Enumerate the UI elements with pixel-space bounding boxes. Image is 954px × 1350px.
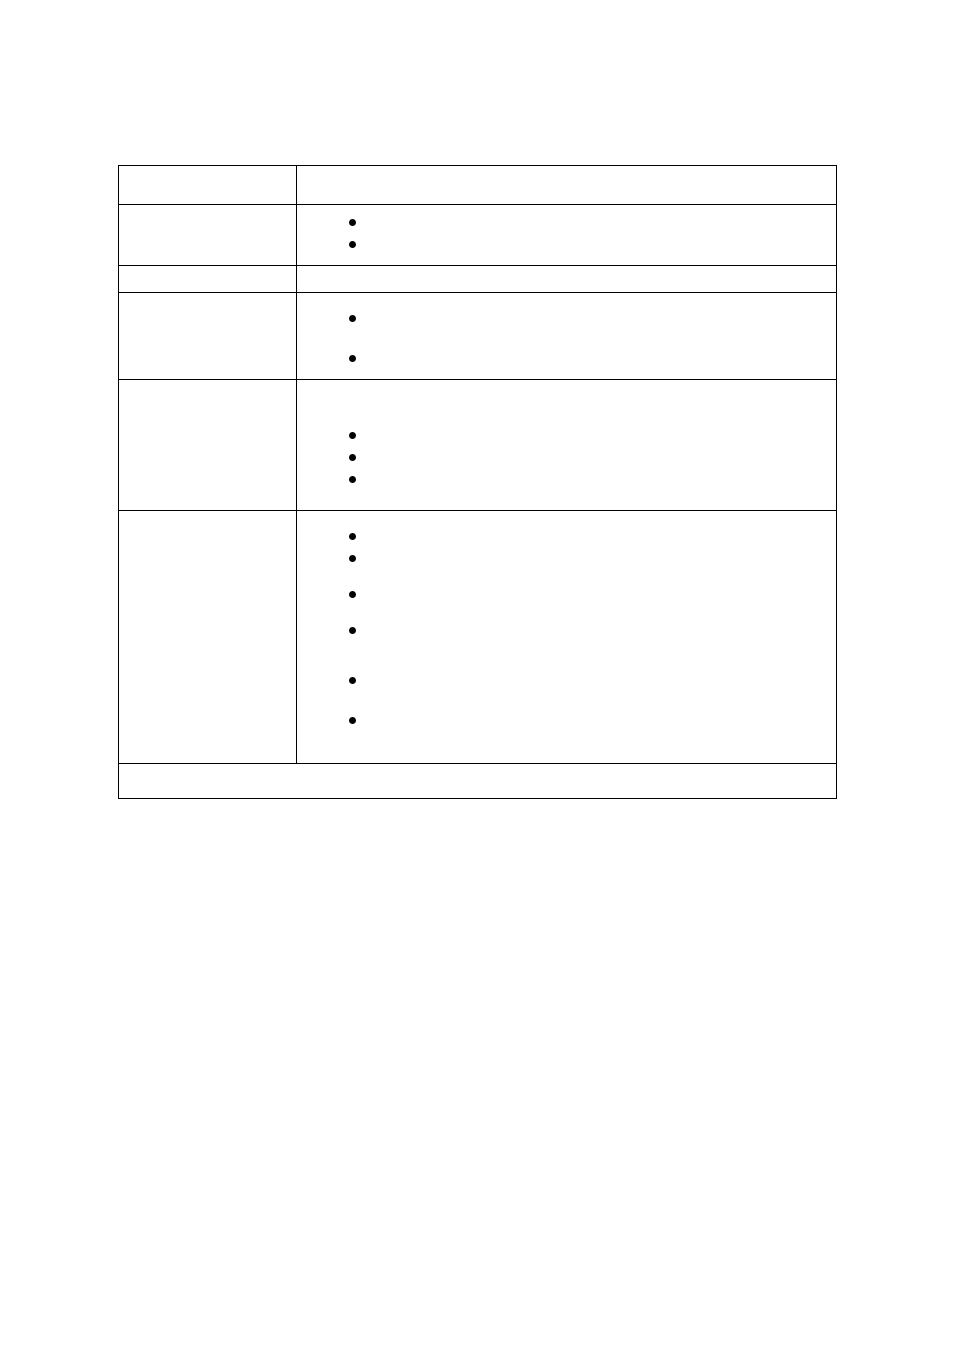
- bullet-icon: [349, 432, 356, 439]
- bullet-icon: [349, 476, 356, 483]
- content-table: [118, 165, 837, 799]
- bullet-item: [307, 585, 826, 607]
- cell-text: [119, 205, 296, 221]
- table-cell-right: [297, 166, 837, 205]
- bullet-icon: [349, 533, 356, 540]
- cell-text: [297, 166, 836, 182]
- cell-text: [119, 764, 836, 780]
- cell-text: [119, 166, 296, 182]
- table-cell-right: [297, 205, 837, 266]
- bullet-icon: [349, 591, 356, 598]
- table-cell-right: [297, 511, 837, 764]
- bullet-icon: [349, 627, 356, 634]
- cell-text: [119, 380, 296, 396]
- bullet-list: [297, 380, 836, 510]
- table-row: [119, 205, 837, 266]
- table-cell-full: [119, 764, 837, 799]
- table-cell-left: [119, 166, 297, 205]
- table-row: [119, 293, 837, 380]
- cell-text: [119, 293, 296, 309]
- table-row: [119, 380, 837, 511]
- cell-text: [119, 511, 296, 527]
- bullet-list: [297, 205, 836, 265]
- bullet-icon: [349, 241, 356, 248]
- bullet-icon: [349, 454, 356, 461]
- table-cell-right: [297, 266, 837, 293]
- bullet-item: [307, 213, 826, 235]
- bullet-item: [307, 448, 826, 470]
- table-cell-left: [119, 266, 297, 293]
- table-row: [119, 166, 837, 205]
- table-cell-right: [297, 293, 837, 380]
- document-page: [0, 0, 954, 1350]
- bullet-item: [307, 621, 826, 643]
- table-row: [119, 511, 837, 764]
- table-cell-left: [119, 205, 297, 266]
- bullet-icon: [349, 355, 356, 362]
- bullet-item: [307, 549, 826, 571]
- bullet-item: [307, 671, 826, 693]
- table-cell-left: [119, 380, 297, 511]
- bullet-icon: [349, 717, 356, 724]
- bullet-icon: [349, 677, 356, 684]
- bullet-item: [307, 470, 826, 492]
- table-cell-left: [119, 511, 297, 764]
- table-cell-left: [119, 293, 297, 380]
- cell-text: [119, 266, 296, 282]
- bullet-icon: [349, 219, 356, 226]
- bullet-item: [307, 309, 826, 331]
- table-row: [119, 764, 837, 799]
- bullet-list: [297, 293, 836, 379]
- table-row: [119, 266, 837, 293]
- bullet-icon: [349, 555, 356, 562]
- bullet-item: [307, 349, 826, 371]
- cell-text: [297, 266, 836, 282]
- bullet-item: [307, 235, 826, 257]
- bullet-item: [307, 527, 826, 549]
- bullet-list: [297, 511, 836, 763]
- bullet-item: [307, 711, 826, 733]
- bullet-item: [307, 426, 826, 448]
- bullet-icon: [349, 315, 356, 322]
- table-cell-right: [297, 380, 837, 511]
